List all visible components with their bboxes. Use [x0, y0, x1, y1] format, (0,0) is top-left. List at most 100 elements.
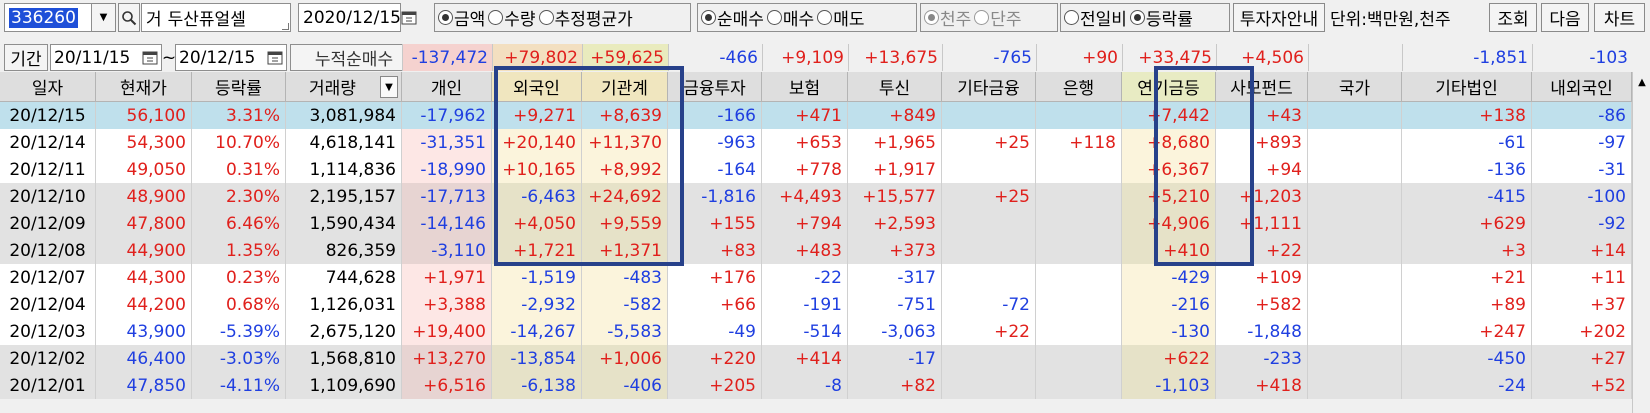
table-row[interactable]: 20/12/11 49,050 0.31% 1,114,836 -18,990 +10,1… [0, 156, 1632, 183]
chart-button[interactable]: 차트 [1594, 3, 1645, 32]
table-cell: 20/12/03 [0, 318, 96, 345]
radio-dot-icon [924, 10, 939, 25]
table-cell: -18,990 [402, 156, 492, 183]
vertical-scrollbar[interactable]: ▲ [1632, 72, 1650, 413]
column-header[interactable]: 국가 [1308, 72, 1402, 102]
table-cell: 1,126,031 [286, 291, 402, 318]
column-header[interactable]: 일자 [0, 72, 96, 102]
date-value: 2020/12/15 [303, 7, 401, 28]
table-cell: +1,917 [848, 156, 942, 183]
scroll-up-arrow-icon[interactable]: ▲ [1633, 72, 1650, 92]
table-row[interactable]: 20/12/08 44,900 1.35% 826,359 -3,110 +1,721 +1… [0, 237, 1632, 264]
table-row[interactable]: 20/12/03 43,900 -5.39% 2,675,120 +19,400 -14,… [0, 318, 1632, 345]
table-cell: -17,713 [402, 183, 492, 210]
column-header[interactable]: 외국인 [492, 72, 582, 102]
table-row[interactable]: 20/12/15 56,100 3.31% 3,081,984 -17,962 +9,27… [0, 102, 1632, 129]
table-row[interactable]: 20/12/10 48,900 2.30% 2,195,157 -17,713 -6,46… [0, 183, 1632, 210]
table-cell: -72 [942, 291, 1036, 318]
calendar-icon[interactable] [401, 7, 417, 29]
column-header[interactable]: 현재가 [96, 72, 192, 102]
stock-code-input[interactable]: 336260 [4, 3, 92, 32]
table-cell: 6.46% [192, 210, 286, 237]
table-row[interactable]: 20/12/02 46,400 -3.03% 1,568,810 +13,270 -13,… [0, 345, 1632, 372]
column-header[interactable]: 내외국인 [1532, 72, 1632, 102]
volume-sort-dropdown-icon[interactable]: ▼ [380, 76, 398, 98]
column-header[interactable]: 개인 [402, 72, 492, 102]
radio-thousand-shares[interactable]: 천주 [924, 5, 971, 30]
stock-name: 두산퓨얼셀 [167, 10, 246, 30]
table-cell: +794 [762, 210, 848, 237]
table-row[interactable]: 20/12/01 47,850 -4.11% 1,109,690 +6,516 -6,13… [0, 372, 1632, 399]
table-row[interactable]: 20/12/04 44,200 0.68% 1,126,031 +3,388 -2,932… [0, 291, 1632, 318]
table-cell: -406 [582, 372, 668, 399]
radio-buy[interactable]: 매수 [766, 5, 814, 30]
radio-amount[interactable]: 금액 [438, 5, 485, 30]
column-header[interactable]: 기관계 [582, 72, 668, 102]
table-cell: -92 [1532, 210, 1632, 237]
table-cell: -1,816 [668, 183, 762, 210]
column-header[interactable]: 보험 [762, 72, 848, 102]
period-separator: ~ [161, 47, 177, 68]
next-button[interactable]: 다음 [1541, 3, 1589, 32]
radio-change-rate[interactable]: 등락률 [1129, 5, 1193, 30]
table-cell: -317 [848, 264, 942, 291]
table-cell: +4,050 [492, 210, 582, 237]
table-cell: 2,675,120 [286, 318, 402, 345]
table-cell [1036, 291, 1122, 318]
column-header[interactable]: 연기금등 [1122, 72, 1216, 102]
table-cell: -22 [762, 264, 848, 291]
triangle-down-icon: ▼ [99, 12, 108, 23]
table-cell: +4,493 [762, 183, 848, 210]
table-cell: -8 [762, 372, 848, 399]
column-header[interactable]: 금융투자 [668, 72, 762, 102]
column-header[interactable]: 은행 [1036, 72, 1122, 102]
radio-dot-icon [766, 10, 782, 25]
table-cell: +94 [1216, 156, 1308, 183]
column-header[interactable]: 기타법인 [1402, 72, 1532, 102]
table-cell: +155 [668, 210, 762, 237]
date-field[interactable]: 2020/12/15 [298, 3, 417, 32]
table-cell [1036, 264, 1122, 291]
table-cell: 54,300 [96, 129, 192, 156]
column-header[interactable]: 투신 [848, 72, 942, 102]
trade-type-radio-group: 순매수 매수 매도 [697, 3, 917, 32]
table-cell: +471 [762, 102, 848, 129]
period-start-field[interactable]: 20/11/15 [50, 44, 162, 71]
cumulative-cell: +33,475 [1122, 44, 1216, 71]
stock-search-button[interactable] [118, 3, 140, 32]
investor-guide-button[interactable]: 투자자안내 [1233, 3, 1325, 32]
table-cell [1308, 318, 1402, 345]
radio-sell[interactable]: 매도 [817, 5, 864, 30]
table-row[interactable]: 20/12/07 44,300 0.23% 744,628 +1,971 -1,519 -4… [0, 264, 1632, 291]
table-cell: +66 [668, 291, 762, 318]
stock-name-field[interactable]: 거 두산퓨얼셀 [141, 3, 291, 32]
table-cell: 47,850 [96, 372, 192, 399]
table-cell: +247 [1402, 318, 1532, 345]
query-button[interactable]: 조회 [1489, 3, 1537, 32]
table-cell: -61 [1402, 129, 1532, 156]
period-end-field[interactable]: 20/12/15 [175, 44, 287, 71]
radio-prev-day-change[interactable]: 전일비 [1064, 5, 1127, 30]
table-cell: -415 [1402, 183, 1532, 210]
calendar-icon[interactable] [264, 47, 286, 69]
radio-estimated-avg-price[interactable]: 추정평균가 [538, 5, 633, 30]
table-row[interactable]: 20/12/14 54,300 10.70% 4,618,141 -31,351 +20,… [0, 129, 1632, 156]
column-header[interactable]: 사모펀드 [1216, 72, 1308, 102]
column-header[interactable]: 기타금융 [942, 72, 1036, 102]
table-cell: 1,590,434 [286, 210, 402, 237]
table-row[interactable]: 20/12/09 47,800 6.46% 1,590,434 -14,146 +4,05… [0, 210, 1632, 237]
column-header[interactable]: 등락률 [192, 72, 286, 102]
table-cell [1308, 129, 1402, 156]
radio-net-buy[interactable]: 순매수 [701, 5, 764, 30]
table-cell: 44,300 [96, 264, 192, 291]
calendar-icon[interactable] [139, 47, 161, 69]
table-cell: +8,680 [1122, 129, 1216, 156]
table-cell: 47,800 [96, 210, 192, 237]
table-cell: +1,006 [582, 345, 668, 372]
cumulative-cell: +4,506 [1216, 44, 1308, 71]
column-header[interactable]: 거래량 ▼ [286, 72, 402, 102]
radio-quantity[interactable]: 수량 [488, 5, 536, 30]
table-cell: +1,203 [1216, 183, 1308, 210]
radio-single-shares[interactable]: 단주 [974, 5, 1022, 30]
stock-code-dropdown-button[interactable]: ▼ [92, 3, 116, 32]
